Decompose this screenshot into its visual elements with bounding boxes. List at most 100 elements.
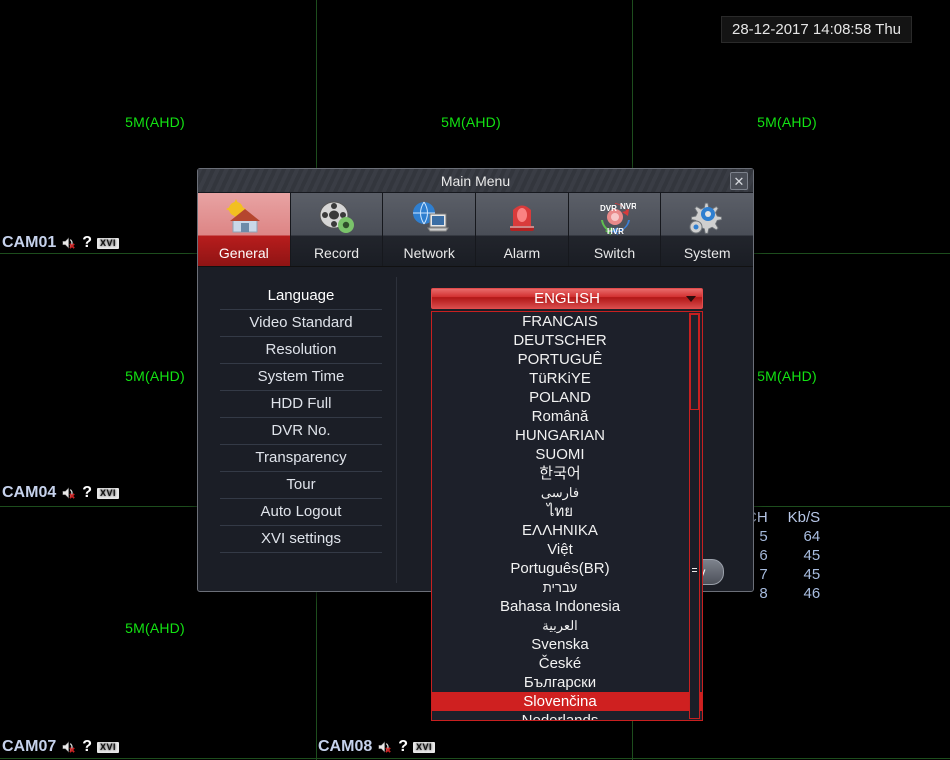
language-option[interactable]: SUOMI bbox=[432, 445, 702, 464]
xvi-badge: XVI bbox=[97, 741, 120, 753]
speaker-mute-icon bbox=[61, 486, 77, 500]
setting-item-video-standard[interactable]: Video Standard bbox=[220, 310, 382, 337]
tab-switch[interactable]: DVR NVR HVR Switch bbox=[568, 193, 662, 266]
camera-label: CAM07? XVI bbox=[2, 738, 120, 756]
language-option-list[interactable]: FRANCAIS DEUTSCHER PORTUGUÊ TüRKiYE POLAND Ro… bbox=[431, 311, 703, 721]
dvr-screen: 5M(AHD) 5M(AHD) 5M(AHD) 5M(AHD) 5M(AHD) 5M(AH… bbox=[0, 0, 950, 760]
xvi-badge: XVI bbox=[97, 237, 120, 249]
camera-name: CAM08 bbox=[318, 738, 373, 755]
tab-label: Record bbox=[313, 245, 360, 261]
language-option[interactable]: עברית bbox=[432, 578, 702, 597]
tab-record[interactable]: Record bbox=[290, 193, 384, 266]
gear-icon bbox=[686, 198, 728, 236]
setting-item-hdd-full[interactable]: HDD Full bbox=[220, 391, 382, 418]
language-option[interactable]: ΕΛΛΗΝΙΚΑ bbox=[432, 521, 702, 540]
language-dropdown-toggle[interactable]: ENGLISH bbox=[431, 288, 703, 309]
setting-item-transparency[interactable]: Transparency bbox=[220, 445, 382, 472]
dropdown-scroll-thumb[interactable] bbox=[690, 314, 699, 410]
svg-text:HVR: HVR bbox=[607, 227, 624, 236]
dropdown-scrollbar[interactable] bbox=[689, 313, 700, 719]
dialog-titlebar[interactable]: Main Menu ✕ bbox=[198, 169, 753, 193]
rate-cell: 64 bbox=[803, 528, 821, 545]
language-option[interactable]: Български bbox=[432, 673, 702, 692]
tab-label: Switch bbox=[593, 245, 636, 261]
chevron-down-icon[interactable] bbox=[682, 289, 699, 308]
language-option[interactable]: Bahasa Indonesia bbox=[432, 597, 702, 616]
language-option[interactable]: FRANCAIS bbox=[432, 312, 702, 331]
language-option[interactable]: Svenska bbox=[432, 635, 702, 654]
rate-cell: 45 bbox=[803, 566, 821, 583]
language-option[interactable]: ไทย bbox=[432, 502, 702, 521]
setting-item-resolution[interactable]: Resolution bbox=[220, 337, 382, 364]
tab-label: Alarm bbox=[503, 245, 541, 261]
close-icon[interactable]: ✕ bbox=[730, 172, 748, 190]
language-dropdown: ENGLISH FRANCAIS DEUTSCHER PORTUGUÊ TüRKiYE… bbox=[431, 288, 703, 721]
language-option[interactable]: العربية bbox=[432, 616, 702, 635]
xvi-badge: XVI bbox=[413, 741, 436, 753]
dialog-title: Main Menu bbox=[440, 172, 511, 189]
language-option[interactable]: Slovenčina bbox=[432, 692, 702, 711]
speaker-mute-icon bbox=[61, 236, 77, 250]
setting-item-tour[interactable]: Tour bbox=[220, 472, 382, 499]
language-option[interactable]: České bbox=[432, 654, 702, 673]
dvr-nvr-hvr-cycle-icon: DVR NVR HVR bbox=[594, 198, 637, 236]
tab-label: General bbox=[218, 245, 269, 261]
tab-system[interactable]: System bbox=[661, 193, 754, 266]
resolution-label: 5M(AHD) bbox=[125, 114, 185, 130]
question-icon: ? bbox=[82, 234, 93, 251]
language-option[interactable]: HUNGARIAN bbox=[432, 426, 702, 445]
resolution-label: 5M(AHD) bbox=[757, 114, 817, 130]
svg-text:NVR: NVR bbox=[620, 202, 636, 211]
language-option[interactable]: POLAND bbox=[432, 388, 702, 407]
siren-icon bbox=[501, 198, 543, 236]
setting-item-dvr-no[interactable]: DVR No. bbox=[220, 418, 382, 445]
rate-cell: 46 bbox=[803, 585, 821, 602]
tab-label: System bbox=[683, 245, 731, 261]
language-option[interactable]: Português(BR) bbox=[432, 559, 702, 578]
tab-general[interactable]: General bbox=[198, 193, 291, 266]
language-selected-value: ENGLISH bbox=[534, 290, 600, 307]
column-header: Kb/S bbox=[787, 509, 821, 526]
setting-item-xvi-settings[interactable]: XVI settings bbox=[220, 526, 382, 553]
xvi-badge: XVI bbox=[97, 487, 120, 499]
language-option[interactable]: فارسی bbox=[432, 483, 702, 502]
camera-name: CAM01 bbox=[2, 234, 57, 251]
setting-item-auto-logout[interactable]: Auto Logout bbox=[220, 499, 382, 526]
speaker-mute-icon bbox=[61, 740, 77, 754]
resolution-label: 5M(AHD) bbox=[757, 368, 817, 384]
dropdown-scroll-grip[interactable] bbox=[691, 566, 698, 573]
speaker-mute-icon bbox=[377, 740, 393, 754]
language-option[interactable]: TüRKiYE bbox=[432, 369, 702, 388]
resolution-label: 5M(AHD) bbox=[125, 368, 185, 384]
language-option[interactable]: Việt bbox=[432, 540, 702, 559]
language-option[interactable]: PORTUGUÊ bbox=[432, 350, 702, 369]
setting-item-language[interactable]: Language bbox=[220, 283, 382, 310]
grid-divider bbox=[0, 758, 950, 759]
camera-label: CAM08? XVI bbox=[318, 738, 436, 756]
system-clock: 28-12-2017 14:08:58 Thu bbox=[721, 16, 913, 43]
tab-alarm[interactable]: Alarm bbox=[476, 193, 569, 266]
language-option[interactable]: DEUTSCHER bbox=[432, 331, 702, 350]
resolution-label: 5M(AHD) bbox=[125, 620, 185, 636]
language-option[interactable]: 한국어 bbox=[432, 464, 702, 483]
tab-network[interactable]: Network bbox=[383, 193, 477, 266]
svg-text:DVR: DVR bbox=[600, 204, 617, 213]
camera-name: CAM04 bbox=[2, 484, 57, 501]
camera-label: CAM04? XVI bbox=[2, 484, 120, 502]
house-sun-icon bbox=[223, 198, 265, 236]
tab-label: Network bbox=[403, 245, 455, 261]
menu-tabbar: General Record Network Alarm DVR NVR HVR Switch… bbox=[198, 193, 754, 267]
language-option[interactable]: Nederlands bbox=[432, 711, 702, 720]
rate-cell: 45 bbox=[803, 547, 821, 564]
camera-label: CAM01? XVI bbox=[2, 234, 120, 252]
question-icon: ? bbox=[82, 484, 93, 501]
question-icon: ? bbox=[82, 738, 93, 755]
settings-list: Language Video Standard Resolution System T… bbox=[206, 277, 396, 583]
film-reel-gear-icon bbox=[316, 198, 358, 236]
camera-name: CAM07 bbox=[2, 738, 57, 755]
question-icon: ? bbox=[398, 738, 409, 755]
setting-item-system-time[interactable]: System Time bbox=[220, 364, 382, 391]
globe-laptop-icon bbox=[408, 198, 450, 236]
language-option[interactable]: Română bbox=[432, 407, 702, 426]
resolution-label: 5M(AHD) bbox=[441, 114, 501, 130]
